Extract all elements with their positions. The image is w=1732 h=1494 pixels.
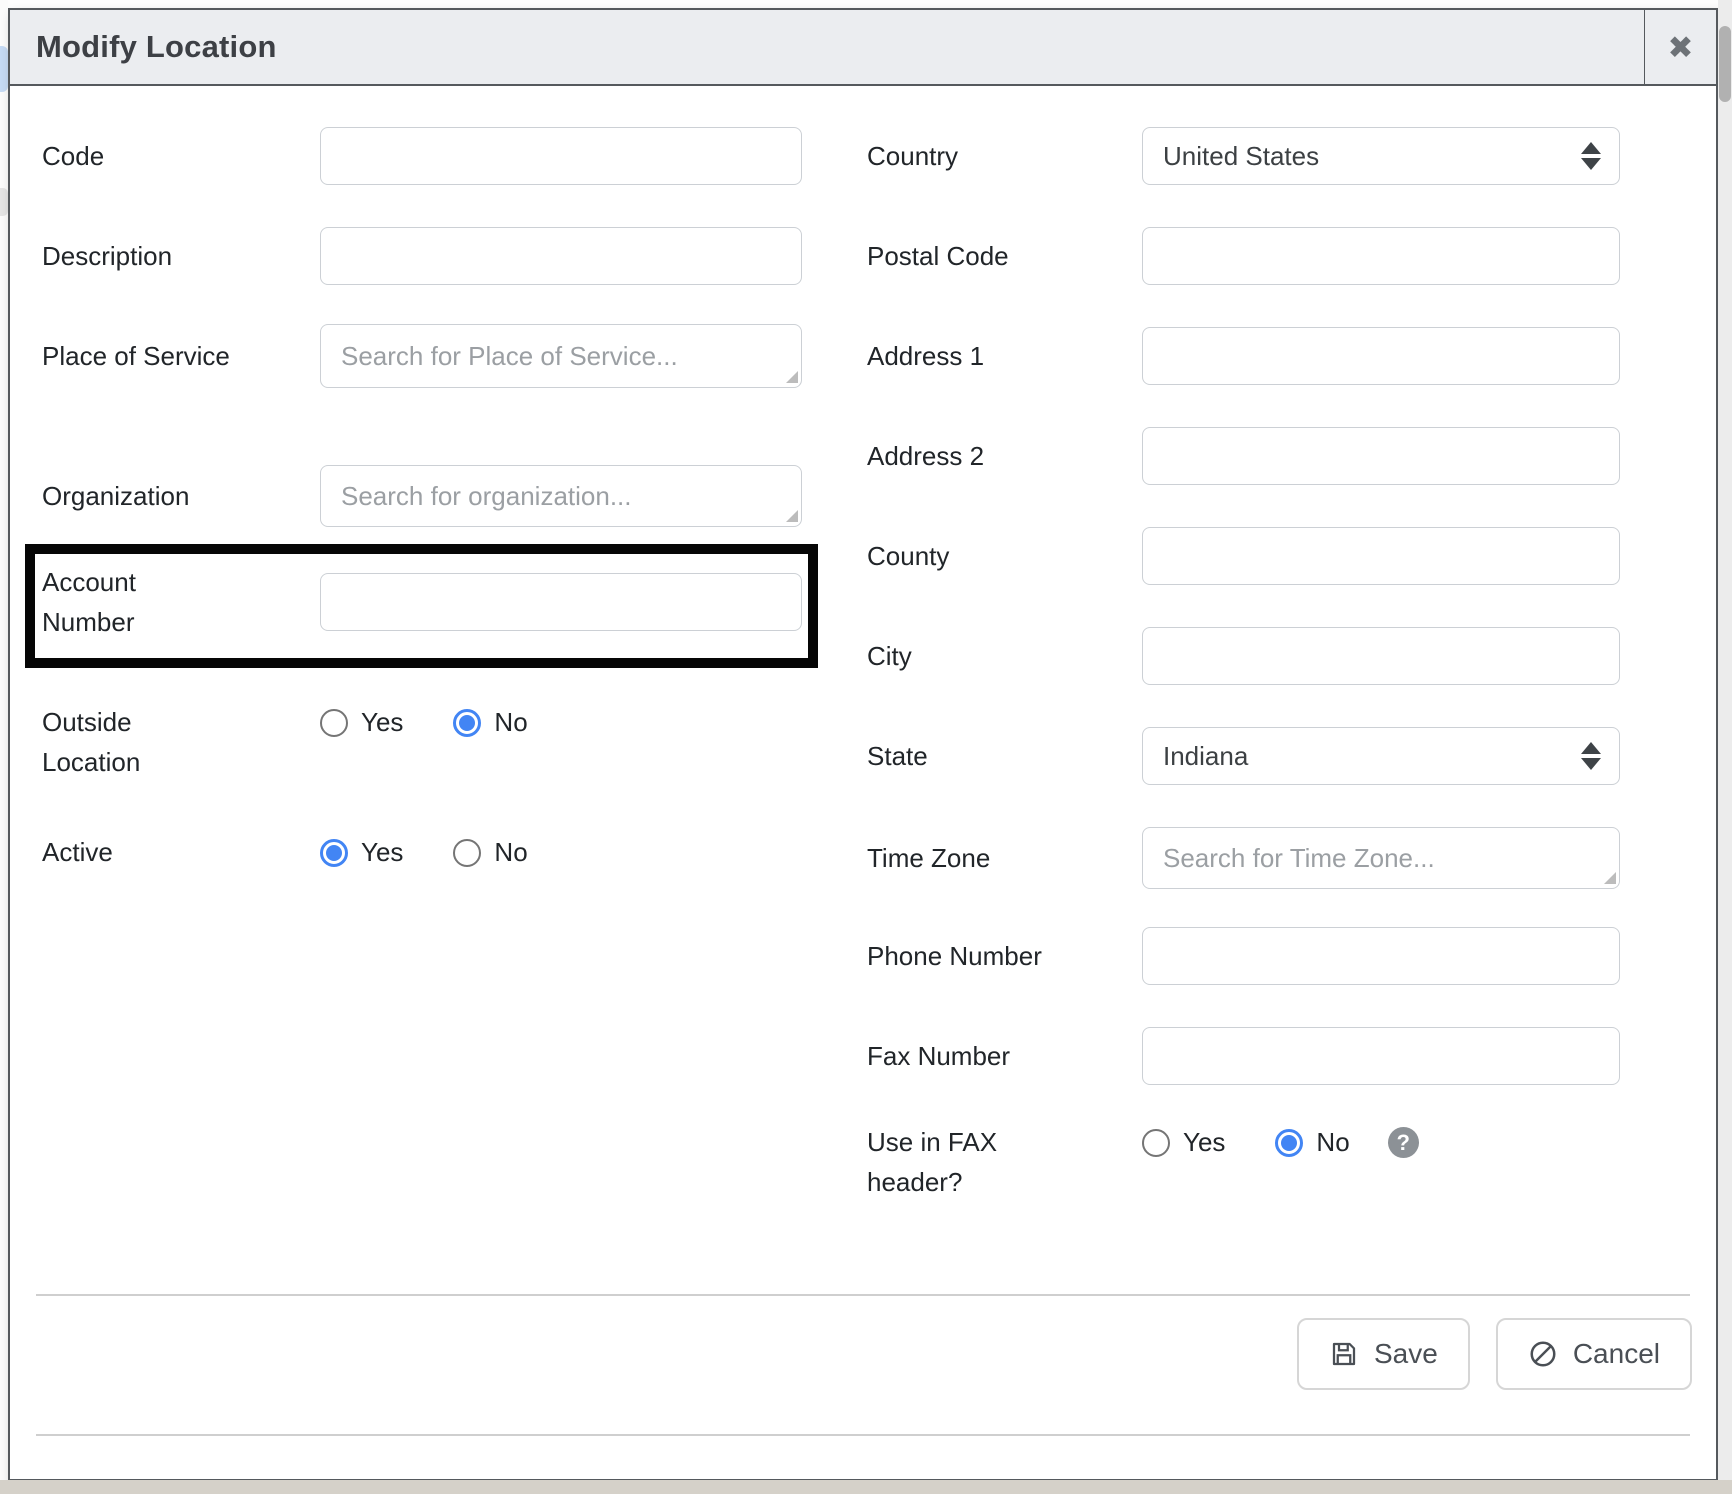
- address2-input[interactable]: [1142, 427, 1620, 485]
- background-fragment: [0, 188, 8, 216]
- close-button[interactable]: ✖: [1644, 9, 1716, 85]
- footer-buttons: Save Cancel: [1297, 1318, 1692, 1390]
- modify-location-dialog: Modify Location ✖ Code Description Place…: [8, 8, 1718, 1481]
- active-yes-option[interactable]: Yes: [320, 832, 403, 872]
- outside-location-yes-option[interactable]: Yes: [320, 702, 403, 742]
- page-scrollbar-thumb[interactable]: [1719, 26, 1731, 102]
- organization-label: Organization: [42, 476, 320, 516]
- outside-location-radio-group: Yes No: [320, 702, 528, 742]
- radio-checked-icon: [320, 839, 348, 867]
- select-updown-arrows-icon: [1581, 142, 1601, 170]
- save-floppy-icon: [1329, 1339, 1359, 1369]
- footer-divider: [36, 1294, 1690, 1296]
- outside-location-label: Outside Location: [42, 702, 320, 782]
- postal-code-input[interactable]: [1142, 227, 1620, 285]
- page-background-left: [0, 0, 8, 1480]
- cancel-button[interactable]: Cancel: [1496, 1318, 1692, 1390]
- save-button-label: Save: [1374, 1338, 1438, 1370]
- help-icon[interactable]: ?: [1388, 1127, 1419, 1158]
- radio-unchecked-icon: [320, 709, 348, 737]
- radio-option-label: No: [494, 832, 527, 872]
- place-of-service-label: Place of Service: [42, 336, 320, 376]
- country-label: Country: [867, 136, 1142, 176]
- radio-option-label: No: [494, 702, 527, 742]
- place-of-service-search-input[interactable]: [320, 324, 802, 388]
- county-label: County: [867, 536, 1142, 576]
- address1-label: Address 1: [867, 336, 1142, 376]
- use-in-fax-header-yes-option[interactable]: Yes: [1142, 1122, 1225, 1162]
- dialog-header: Modify Location ✖: [10, 10, 1716, 86]
- account-number-label: Account Number: [42, 562, 320, 642]
- code-label: Code: [42, 136, 320, 176]
- account-number-input[interactable]: [320, 573, 802, 631]
- time-zone-search-input[interactable]: [1142, 827, 1620, 889]
- code-input[interactable]: [320, 127, 802, 185]
- description-input[interactable]: [320, 227, 802, 285]
- radio-unchecked-icon: [1142, 1129, 1170, 1157]
- active-no-option[interactable]: No: [453, 832, 527, 872]
- country-selected-value: United States: [1163, 141, 1319, 172]
- use-in-fax-header-radio-group: Yes No: [1142, 1122, 1350, 1162]
- postal-code-label: Postal Code: [867, 236, 1142, 276]
- background-fragment: [0, 46, 8, 92]
- screen: Modify Location ✖ Code Description Place…: [0, 0, 1732, 1494]
- radio-checked-icon: [1275, 1129, 1303, 1157]
- organization-search-input[interactable]: [320, 465, 802, 527]
- radio-option-label: Yes: [361, 702, 403, 742]
- page-scrollbar-track[interactable]: [1718, 0, 1732, 1481]
- active-label: Active: [42, 832, 320, 872]
- cancel-button-label: Cancel: [1573, 1338, 1660, 1370]
- state-selected-value: Indiana: [1163, 741, 1248, 772]
- city-input[interactable]: [1142, 627, 1620, 685]
- fax-number-input[interactable]: [1142, 1027, 1620, 1085]
- phone-number-label: Phone Number: [867, 936, 1142, 976]
- close-icon: ✖: [1668, 32, 1694, 63]
- page-background-bottom: [0, 1480, 1732, 1494]
- county-input[interactable]: [1142, 527, 1620, 585]
- radio-option-label: Yes: [361, 832, 403, 872]
- radio-checked-icon: [453, 709, 481, 737]
- cancel-slash-circle-icon: [1528, 1339, 1558, 1369]
- use-in-fax-header-label: Use in FAX header?: [867, 1122, 1142, 1202]
- bottom-divider: [36, 1434, 1690, 1436]
- save-button[interactable]: Save: [1297, 1318, 1470, 1390]
- address2-label: Address 2: [867, 436, 1142, 476]
- fax-number-label: Fax Number: [867, 1036, 1142, 1076]
- active-radio-group: Yes No: [320, 832, 528, 872]
- address1-input[interactable]: [1142, 327, 1620, 385]
- city-label: City: [867, 636, 1142, 676]
- time-zone-label: Time Zone: [867, 838, 1142, 878]
- country-select[interactable]: United States: [1142, 127, 1620, 185]
- state-select[interactable]: Indiana: [1142, 727, 1620, 785]
- use-in-fax-header-no-option[interactable]: No: [1275, 1122, 1349, 1162]
- radio-unchecked-icon: [453, 839, 481, 867]
- radio-option-label: Yes: [1183, 1122, 1225, 1162]
- state-label: State: [867, 736, 1142, 776]
- description-label: Description: [42, 236, 320, 276]
- outside-location-no-option[interactable]: No: [453, 702, 527, 742]
- phone-number-input[interactable]: [1142, 927, 1620, 985]
- select-updown-arrows-icon: [1581, 742, 1601, 770]
- radio-option-label: No: [1316, 1122, 1349, 1162]
- dialog-title: Modify Location: [10, 29, 277, 65]
